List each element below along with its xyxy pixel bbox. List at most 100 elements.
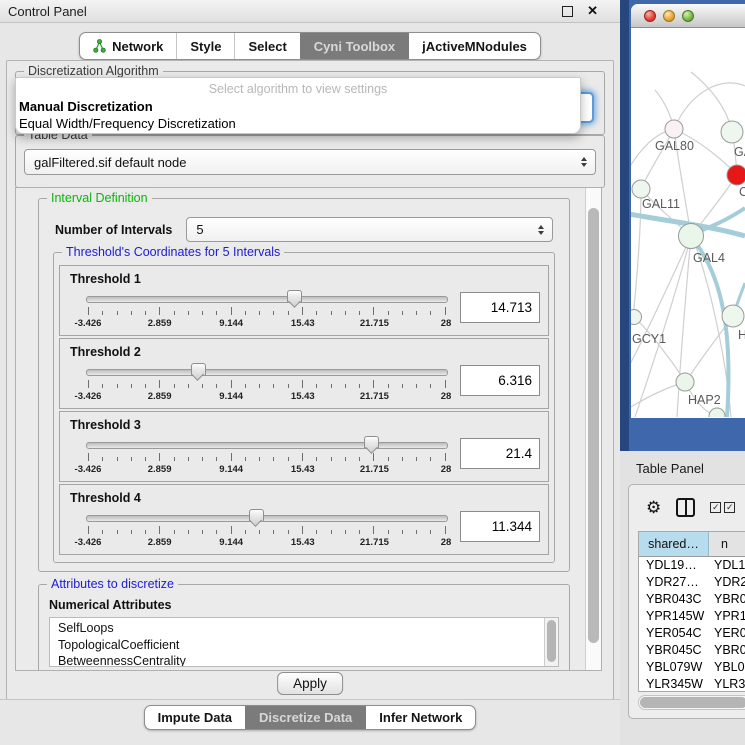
cell-name[interactable]: YER0 — [709, 625, 745, 642]
threshold-value-field[interactable]: 6.316 — [460, 365, 540, 396]
table-horizontal-scrollbar[interactable] — [638, 695, 745, 710]
column-header-name[interactable]: n — [709, 532, 745, 557]
table-row[interactable]: YBR045CYBR0 — [639, 642, 745, 659]
tab-select[interactable]: Select — [234, 33, 299, 59]
cell-shared-name[interactable]: YBR045C — [639, 642, 709, 659]
table-data-combobox[interactable]: galFiltered.sif default node — [24, 149, 596, 175]
columns-icon[interactable] — [676, 498, 695, 517]
cell-name[interactable]: YLR3 — [709, 676, 745, 692]
cell-shared-name[interactable]: YLR345W — [639, 676, 709, 692]
top-tab-bar: Network Style Select Cyni Toolbox jActiv… — [0, 23, 620, 65]
tab-impute-data[interactable]: Impute Data — [145, 706, 245, 729]
table-panel: Table Panel ⚙ ✓ ✓ shared… n YDL19…YDL1YD… — [620, 451, 745, 745]
slider-track[interactable] — [86, 369, 448, 376]
dropdown-hint: Select algorithm to view settings — [16, 81, 580, 98]
algorithm-dropdown-popup: Select algorithm to view settings Manual… — [15, 77, 581, 134]
network-node-h[interactable] — [722, 305, 744, 327]
close-traffic-light-icon[interactable] — [644, 10, 656, 22]
threshold-row: Threshold 2 -3.4262.8599.14415.4321.7152… — [59, 338, 549, 409]
numerical-attributes-list: SelfLoopsTopologicalCoefficientBetweenne… — [49, 617, 559, 667]
tab-style[interactable]: Style — [176, 33, 234, 59]
network-node-gcy1[interactable] — [631, 310, 642, 325]
cell-name[interactable]: YBR0 — [709, 642, 745, 659]
tab-cyni-toolbox[interactable]: Cyni Toolbox — [300, 33, 408, 59]
table-row[interactable]: YBR043CYBR0 — [639, 591, 745, 608]
cell-shared-name[interactable]: YDL19… — [639, 557, 709, 574]
tab-network[interactable]: Network — [80, 33, 176, 59]
network-node-gal80[interactable] — [665, 120, 683, 138]
threshold-slider[interactable]: -3.4262.8599.14415.4321.71528 — [86, 362, 448, 404]
scrollbar-thumb[interactable] — [640, 697, 745, 708]
cell-name[interactable]: YPR1 — [709, 608, 745, 625]
cell-shared-name[interactable]: YBR043C — [639, 591, 709, 608]
slider-track[interactable] — [86, 515, 448, 522]
float-window-icon[interactable] — [562, 6, 573, 17]
dropdown-option-equal-width-frequency[interactable]: Equal Width/Frequency Discretization — [16, 115, 580, 132]
threshold-value-field[interactable]: 21.4 — [460, 438, 540, 469]
cell-name[interactable]: YDL1 — [709, 557, 745, 574]
threshold-value-field[interactable]: 11.344 — [460, 511, 540, 542]
threshold-slider-row: -3.4262.8599.14415.4321.71528 11.344 — [68, 506, 540, 550]
cell-name[interactable]: YDR2 — [709, 574, 745, 591]
close-icon[interactable]: ✕ — [587, 3, 598, 19]
cell-shared-name[interactable]: YBL079W — [639, 659, 709, 676]
threshold-slider[interactable]: -3.4262.8599.14415.4321.71528 — [86, 289, 448, 331]
slider-track[interactable] — [86, 296, 448, 303]
cell-shared-name[interactable]: YER054C — [639, 625, 709, 642]
attribute-item[interactable]: TopologicalCoefficient — [58, 637, 542, 654]
cell-shared-name[interactable]: YPR145W — [639, 608, 709, 625]
table-row[interactable]: YLR345WYLR3 — [639, 676, 745, 692]
control-panel-titlebar: Control Panel ✕ — [0, 0, 620, 23]
threshold-label: Threshold 1 — [70, 272, 540, 286]
attribute-item[interactable]: BetweennessCentrality — [58, 653, 542, 667]
network-node-hap2[interactable] — [676, 373, 694, 391]
tab-infer-network[interactable]: Infer Network — [365, 706, 475, 729]
threshold-value-field[interactable]: 14.713 — [460, 292, 540, 323]
table-row[interactable]: YDR27…YDR2 — [639, 574, 745, 591]
tab-jactivemnodules[interactable]: jActiveMNodules — [408, 33, 540, 59]
threshold-row: Threshold 1 -3.4262.8599.14415.4321.7152… — [59, 265, 549, 336]
attributes-group-title: Attributes to discretize — [47, 577, 178, 591]
network-node-c[interactable] — [727, 165, 745, 185]
number-of-intervals-combobox[interactable]: 5 — [186, 217, 553, 242]
slider-ticks — [88, 453, 446, 461]
settings-vertical-scrollbar[interactable] — [585, 188, 601, 670]
tab-style-label: Style — [190, 39, 221, 54]
apply-button[interactable]: Apply — [277, 672, 343, 695]
checkbox-icon[interactable]: ✓ — [724, 502, 735, 513]
network-node-ga[interactable] — [721, 121, 743, 143]
scrollbar-thumb[interactable] — [588, 208, 599, 643]
slider-track[interactable] — [86, 442, 448, 449]
zoom-traffic-light-icon[interactable] — [682, 10, 694, 22]
slider-tick-labels: -3.4262.8599.14415.4321.71528 — [88, 464, 446, 476]
threshold-slider[interactable]: -3.4262.8599.14415.4321.71528 — [86, 508, 448, 550]
number-of-intervals-label: Number of Intervals — [55, 223, 172, 237]
table-row[interactable]: YDL19…YDL1 — [639, 557, 745, 574]
cell-name[interactable]: YBL0 — [709, 659, 745, 676]
bottom-tab-group: Impute Data Discretize Data Infer Networ… — [144, 705, 477, 730]
tab-discretize-data[interactable]: Discretize Data — [245, 706, 365, 729]
table-row[interactable]: YPR145WYPR1 — [639, 608, 745, 625]
tab-impute-data-label: Impute Data — [158, 710, 232, 725]
interval-definition-title: Interval Definition — [47, 191, 152, 205]
cell-name[interactable]: YBR0 — [709, 591, 745, 608]
checkbox-icon[interactable]: ✓ — [710, 502, 721, 513]
network-node[interactable] — [709, 408, 725, 417]
cell-shared-name[interactable]: YDR27… — [639, 574, 709, 591]
dropdown-option-manual-discretization[interactable]: Manual Discretization — [16, 98, 580, 115]
scrollbar-thumb[interactable] — [547, 620, 556, 662]
minimize-traffic-light-icon[interactable] — [663, 10, 675, 22]
column-header-shared-name[interactable]: shared… — [639, 532, 709, 557]
gear-icon[interactable]: ⚙ — [646, 499, 661, 516]
table-row[interactable]: YER054CYER0 — [639, 625, 745, 642]
network-node-gal11[interactable] — [632, 180, 650, 198]
network-node-gal4[interactable] — [679, 224, 704, 249]
threshold-slider[interactable]: -3.4262.8599.14415.4321.71528 — [86, 435, 448, 477]
attribute-item[interactable]: SelfLoops — [58, 620, 542, 637]
attributes-list-scrollbar[interactable] — [544, 618, 558, 666]
network-canvas[interactable]: GAL80GACGAL11GAL4GCY1HHAP2 — [631, 28, 745, 417]
table-rows: YDL19…YDL1YDR27…YDR2YBR043CYBR0YPR145WYP… — [639, 557, 745, 692]
table-row[interactable]: YBL079WYBL0 — [639, 659, 745, 676]
slider-ticks — [88, 307, 446, 315]
numerical-attributes-label: Numerical Attributes — [49, 598, 559, 612]
